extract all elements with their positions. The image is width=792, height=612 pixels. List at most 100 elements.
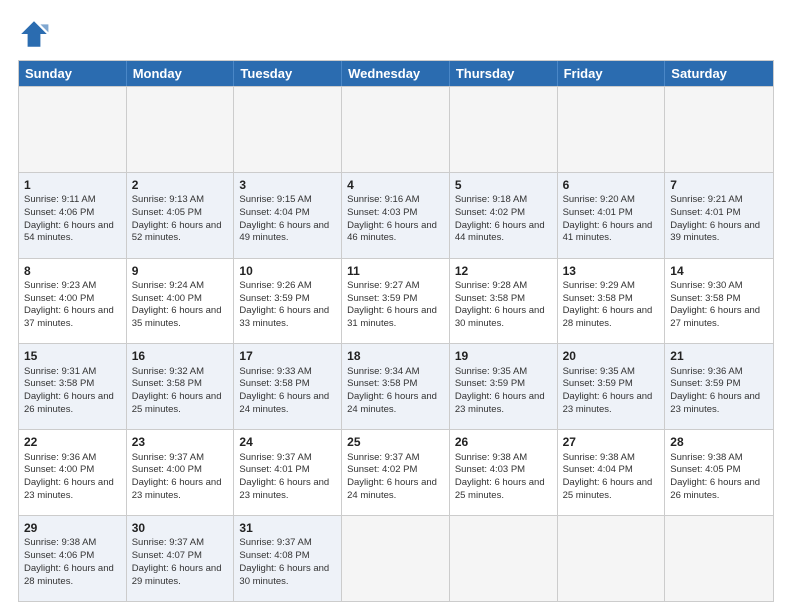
daylight: Daylight: 6 hours and 25 minutes.	[455, 477, 545, 501]
sunset: Sunset: 4:00 PM	[132, 464, 202, 475]
sunrise: Sunrise: 9:37 AM	[132, 537, 204, 548]
sunset: Sunset: 3:58 PM	[347, 378, 417, 389]
header-cell-monday: Monday	[127, 61, 235, 86]
calendar-cell: 24Sunrise: 9:37 AMSunset: 4:01 PMDayligh…	[234, 430, 342, 515]
day-number: 5	[455, 177, 552, 193]
sunrise: Sunrise: 9:28 AM	[455, 280, 527, 291]
daylight: Daylight: 6 hours and 24 minutes.	[239, 391, 329, 415]
logo-icon	[18, 18, 50, 50]
calendar-cell: 22Sunrise: 9:36 AMSunset: 4:00 PMDayligh…	[19, 430, 127, 515]
calendar-cell: 31Sunrise: 9:37 AMSunset: 4:08 PMDayligh…	[234, 516, 342, 601]
day-number: 7	[670, 177, 768, 193]
day-number: 1	[24, 177, 121, 193]
sunrise: Sunrise: 9:30 AM	[670, 280, 742, 291]
sunset: Sunset: 4:06 PM	[24, 550, 94, 561]
sunrise: Sunrise: 9:27 AM	[347, 280, 419, 291]
daylight: Daylight: 6 hours and 23 minutes.	[563, 391, 653, 415]
day-number: 30	[132, 520, 229, 536]
day-number: 29	[24, 520, 121, 536]
calendar-cell: 19Sunrise: 9:35 AMSunset: 3:59 PMDayligh…	[450, 344, 558, 429]
sunrise: Sunrise: 9:35 AM	[455, 366, 527, 377]
sunset: Sunset: 3:59 PM	[563, 378, 633, 389]
sunrise: Sunrise: 9:34 AM	[347, 366, 419, 377]
header-cell-friday: Friday	[558, 61, 666, 86]
calendar-cell: 3Sunrise: 9:15 AM Sunset: 4:04 PM Daylight…	[234, 173, 342, 258]
daylight: Daylight: 6 hours and 29 minutes.	[132, 563, 222, 587]
sunset: Sunset: 4:00 PM	[24, 464, 94, 475]
calendar-cell: 1Sunrise: 9:11 AMSunset: 4:06 PMDaylight…	[19, 173, 127, 258]
sunset: Sunset: 3:58 PM	[24, 378, 94, 389]
sunset: Sunset: 4:01 PM	[670, 207, 740, 218]
day-number: 9	[132, 263, 229, 279]
day-number: 27	[563, 434, 660, 450]
calendar-header: SundayMondayTuesdayWednesdayThursdayFrid…	[19, 61, 773, 86]
daylight: Daylight: 6 hours and 25 minutes.	[132, 391, 222, 415]
sunrise: Sunrise: 9:23 AM	[24, 280, 96, 291]
calendar-cell	[342, 516, 450, 601]
calendar-cell	[19, 87, 127, 172]
calendar-week-1: 1Sunrise: 9:11 AMSunset: 4:06 PMDaylight…	[19, 172, 773, 258]
sunset: Sunset: 4:02 PM	[347, 464, 417, 475]
daylight: Daylight: 6 hours and 49 minutes.	[239, 220, 329, 244]
daylight: Daylight: 6 hours and 41 minutes.	[563, 220, 653, 244]
calendar-cell: 14Sunrise: 9:30 AMSunset: 3:58 PMDayligh…	[665, 259, 773, 344]
sunrise: Sunrise: 9:31 AM	[24, 366, 96, 377]
sunrise: Sunrise: 9:20 AM	[563, 194, 635, 205]
day-number: 10	[239, 263, 336, 279]
calendar-cell	[665, 87, 773, 172]
calendar-cell: 8Sunrise: 9:23 AMSunset: 4:00 PMDaylight…	[19, 259, 127, 344]
daylight: Daylight: 6 hours and 44 minutes.	[455, 220, 545, 244]
sunset: Sunset: 4:05 PM	[132, 207, 202, 218]
header-cell-sunday: Sunday	[19, 61, 127, 86]
sunset: Sunset: 3:58 PM	[563, 293, 633, 304]
sunset: Sunset: 4:01 PM	[239, 464, 309, 475]
daylight: Daylight: 6 hours and 24 minutes.	[347, 391, 437, 415]
calendar-cell	[450, 516, 558, 601]
header-cell-wednesday: Wednesday	[342, 61, 450, 86]
day-number: 4	[347, 177, 444, 193]
calendar-cell: 15Sunrise: 9:31 AMSunset: 3:58 PMDayligh…	[19, 344, 127, 429]
daylight: Daylight: 6 hours and 35 minutes.	[132, 305, 222, 329]
daylight: Daylight: 6 hours and 27 minutes.	[670, 305, 760, 329]
calendar-cell: 27Sunrise: 9:38 AMSunset: 4:04 PMDayligh…	[558, 430, 666, 515]
day-number: 3	[239, 177, 336, 193]
calendar-cell	[127, 87, 235, 172]
calendar-cell: 25Sunrise: 9:37 AMSunset: 4:02 PMDayligh…	[342, 430, 450, 515]
day-number: 2	[132, 177, 229, 193]
calendar-cell	[558, 516, 666, 601]
daylight: Daylight: 6 hours and 52 minutes.	[132, 220, 222, 244]
sunset: Sunset: 4:02 PM	[455, 207, 525, 218]
day-number: 18	[347, 348, 444, 364]
calendar-cell	[665, 516, 773, 601]
daylight: Daylight: 6 hours and 23 minutes.	[670, 391, 760, 415]
sunrise: Sunrise: 9:33 AM	[239, 366, 311, 377]
sunset: Sunset: 4:04 PM	[239, 207, 309, 218]
header	[18, 18, 774, 50]
day-number: 26	[455, 434, 552, 450]
daylight: Daylight: 6 hours and 54 minutes.	[24, 220, 114, 244]
day-number: 12	[455, 263, 552, 279]
page: SundayMondayTuesdayWednesdayThursdayFrid…	[0, 0, 792, 612]
sunrise: Sunrise: 9:11 AM	[24, 194, 96, 205]
day-number: 23	[132, 434, 229, 450]
calendar-cell: 13Sunrise: 9:29 AMSunset: 3:58 PMDayligh…	[558, 259, 666, 344]
sunrise: Sunrise: 9:38 AM	[563, 452, 635, 463]
calendar-body: 1Sunrise: 9:11 AM Sunset: 4:06 PM Daylight…	[19, 86, 773, 601]
day-number: 20	[563, 348, 660, 364]
sunrise: Sunrise: 9:37 AM	[239, 537, 311, 548]
calendar-cell: 6Sunrise: 9:20 AMSunset: 4:01 PMDaylight…	[558, 173, 666, 258]
daylight: Daylight: 6 hours and 26 minutes.	[670, 477, 760, 501]
calendar-cell: 2Sunrise: 9:13 AMSunset: 4:05 PMDaylight…	[127, 173, 235, 258]
sunset: Sunset: 4:01 PM	[563, 207, 633, 218]
header-cell-thursday: Thursday	[450, 61, 558, 86]
sunset: Sunset: 4:03 PM	[347, 207, 417, 218]
calendar-week-4: 22Sunrise: 9:36 AMSunset: 4:00 PMDayligh…	[19, 429, 773, 515]
calendar-cell: 4Sunrise: 9:16 AMSunset: 4:03 PMDaylight…	[342, 173, 450, 258]
calendar-cell	[558, 87, 666, 172]
daylight: Daylight: 6 hours and 26 minutes.	[24, 391, 114, 415]
sunrise: Sunrise: 9:36 AM	[670, 366, 742, 377]
calendar-cell	[342, 87, 450, 172]
sunrise: Sunrise: 9:32 AM	[132, 366, 204, 377]
sunrise: Sunrise: 9:15 AM	[239, 194, 311, 205]
daylight: Daylight: 6 hours and 46 minutes.	[347, 220, 437, 244]
